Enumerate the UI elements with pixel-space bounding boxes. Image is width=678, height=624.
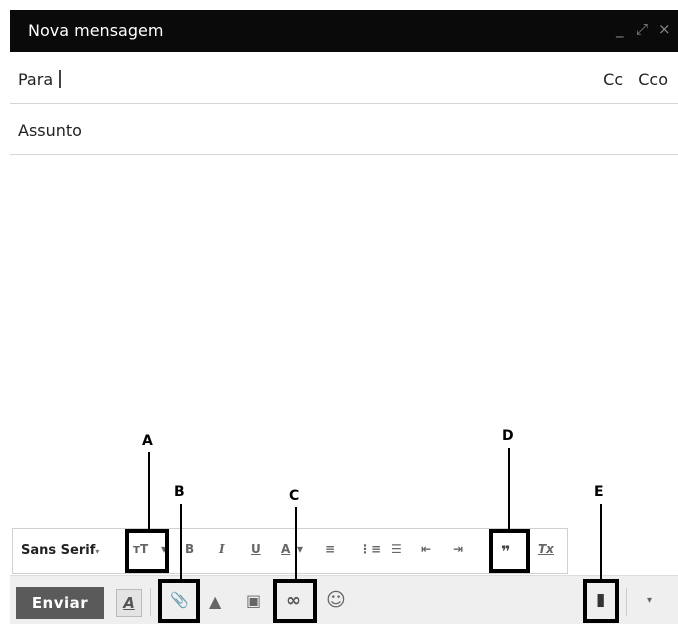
- bulleted-list-icon[interactable]: ☰: [391, 542, 402, 556]
- callout-line-b: [180, 504, 182, 580]
- callout-label-c: C: [289, 488, 300, 504]
- bold-icon[interactable]: B: [185, 542, 194, 556]
- compose-title-bar: Nova mensagem _ ⤢ ×: [10, 10, 678, 52]
- highlight-box-a: [125, 529, 169, 573]
- toolbar-divider: [626, 588, 627, 616]
- send-button[interactable]: Enviar: [16, 587, 104, 619]
- callout-label-b: B: [174, 484, 185, 500]
- to-row[interactable]: Para Cc Cco: [10, 52, 678, 104]
- close-icon[interactable]: ×: [658, 20, 671, 38]
- italic-icon[interactable]: I: [219, 542, 225, 556]
- indent-more-icon[interactable]: ⇥: [453, 542, 463, 556]
- callout-line-c: [295, 507, 297, 580]
- formatting-toolbar: Sans Serif▾ ᴛT ▾ B I U A ▾ ≡ ⋮≡ ☰ ⇤ ⇥ ❞ …: [12, 528, 568, 574]
- font-family-select[interactable]: Sans Serif▾: [21, 543, 99, 558]
- highlight-box-e: [583, 579, 619, 623]
- callout-line-d: [508, 448, 510, 530]
- callout-line-a: [148, 452, 150, 530]
- text-color-icon[interactable]: A: [281, 542, 290, 556]
- compose-bottom-bar: Enviar A 📎 ▲ ▣ ∞ ☺ ▮ ▾: [10, 575, 678, 624]
- indent-less-icon[interactable]: ⇤: [421, 542, 431, 556]
- callout-line-e: [600, 504, 602, 580]
- subject-row[interactable]: Assunto: [10, 104, 678, 155]
- chevron-down-icon: ▾: [95, 547, 100, 556]
- highlight-box-c: [273, 579, 317, 623]
- highlight-box-d: [489, 529, 530, 573]
- align-icon[interactable]: ≡: [325, 542, 335, 556]
- callout-label-d: D: [502, 428, 514, 444]
- drive-icon[interactable]: ▲: [209, 592, 221, 611]
- callout-label-e: E: [594, 484, 604, 500]
- highlight-box-b: [158, 579, 200, 623]
- toolbar-divider: [150, 588, 151, 616]
- text-color-chevron-icon[interactable]: ▾: [297, 542, 303, 556]
- bcc-link[interactable]: Cco: [638, 70, 668, 89]
- to-field[interactable]: Para: [18, 70, 62, 89]
- numbered-list-icon[interactable]: ⋮≡: [359, 542, 381, 556]
- message-body[interactable]: [10, 155, 678, 527]
- emoji-icon[interactable]: ☺: [326, 589, 346, 611]
- text-cursor: [59, 70, 62, 88]
- minimize-icon[interactable]: _: [616, 20, 624, 38]
- to-label: Para: [18, 70, 54, 89]
- subject-field[interactable]: Assunto: [18, 121, 82, 140]
- underline-icon[interactable]: U: [251, 542, 261, 556]
- cc-link[interactable]: Cc: [603, 70, 623, 89]
- more-options-icon[interactable]: ▾: [647, 595, 652, 606]
- expand-icon[interactable]: ⤢: [636, 20, 648, 38]
- formatting-toggle-button[interactable]: A: [116, 589, 142, 617]
- window-title: Nova mensagem: [28, 21, 164, 40]
- font-family-value: Sans Serif: [21, 543, 96, 558]
- remove-formatting-icon[interactable]: Tx: [538, 542, 554, 556]
- photo-icon[interactable]: ▣: [246, 591, 261, 610]
- callout-label-a: A: [142, 433, 153, 449]
